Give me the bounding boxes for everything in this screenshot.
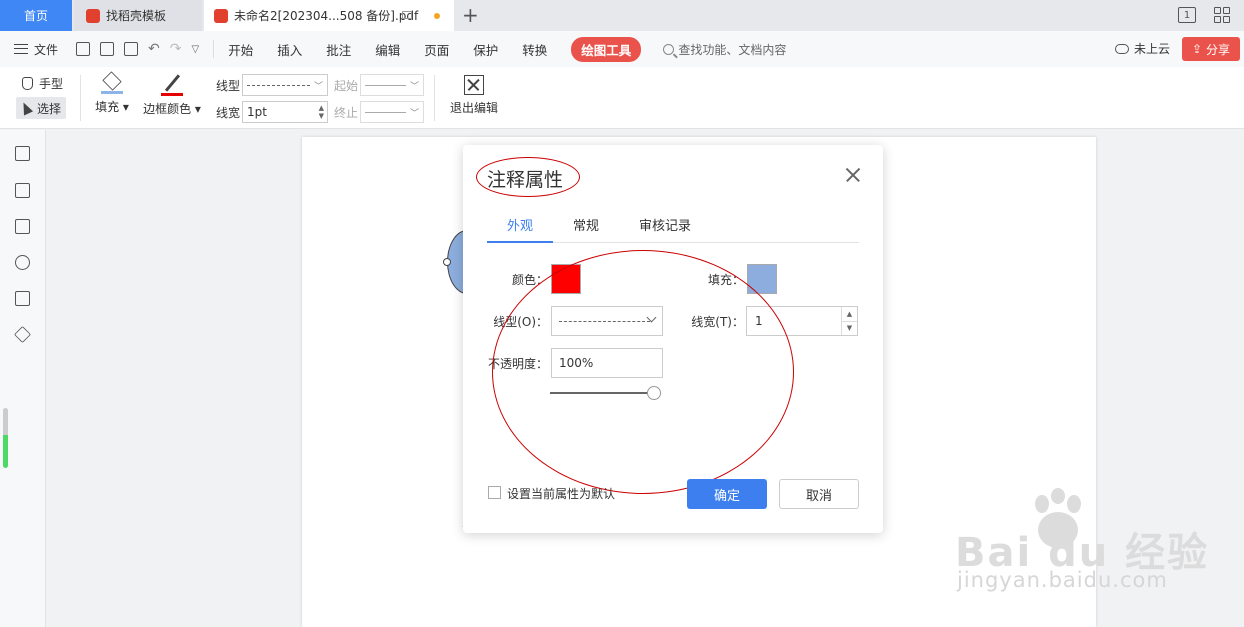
hand-icon <box>22 77 33 90</box>
tab-bar: 首页 找稻壳模板 未命名2[202304...508 备份].pdf + 1 <box>0 0 1244 31</box>
tab-document[interactable]: 未命名2[202304...508 备份].pdf <box>204 0 454 31</box>
file-menu-label: 文件 <box>34 42 59 57</box>
menu-annotate[interactable]: 批注 <box>326 40 351 59</box>
tab-template-label: 找稻壳模板 <box>106 9 167 23</box>
docer-logo-icon <box>86 8 100 23</box>
highlight-circle <box>476 157 580 197</box>
pdf-file-icon <box>214 8 228 23</box>
fill-color-bar <box>101 91 123 94</box>
exit-edit-label: 退出编辑 <box>450 101 499 115</box>
open-folder-icon[interactable] <box>76 42 91 56</box>
unsaved-dot-icon <box>434 13 440 19</box>
drawing-toolbar: 手型 选择 填充 ▾ 边框颜色 ▾ 线型 ﹀ 起始 ﹀ 线宽 1pt ▲ ▼ 终止… <box>0 67 1244 129</box>
line-properties: 线型 ﹀ 起始 ﹀ 线宽 1pt ▲ ▼ 终止 ﹀ <box>216 73 424 127</box>
share-label: 分享 <box>1206 42 1231 57</box>
stepper-arrows-icon[interactable]: ▲ ▼ <box>319 104 327 120</box>
default-checkbox[interactable] <box>488 486 501 499</box>
spinner-buttons[interactable]: ▲ ▼ <box>841 307 857 335</box>
line-type-label: 线型 <box>216 78 241 93</box>
image-icon[interactable] <box>15 183 30 198</box>
border-color-label: 边框颜色 ▾ <box>143 102 201 116</box>
cursor-icon <box>18 100 34 116</box>
left-sidebar <box>0 130 46 627</box>
command-search-label: 查找功能、文档内容 <box>678 42 787 57</box>
watermark-url: jingyan.baidu.com <box>957 568 1168 592</box>
app-grid-icon[interactable] <box>1214 7 1230 23</box>
tab-template[interactable]: 找稻壳模板 <box>74 0 202 31</box>
tab-general[interactable]: 常规 <box>553 207 619 243</box>
divider <box>213 40 215 58</box>
fill-label: 填充 ▾ <box>95 100 129 114</box>
start-arrow-dropdown: ﹀ <box>360 74 424 96</box>
start-label: 起始 <box>334 78 359 93</box>
share-icon: ⇪ <box>1191 42 1203 56</box>
menu-bar: 文件 ↶ ↷ ▽ 开始 插入 批注 编辑 页面 保护 转换 绘图工具 查找功能、… <box>0 31 1244 67</box>
menu-convert[interactable]: 转换 <box>522 40 547 59</box>
share-button[interactable]: ⇪ 分享 <box>1182 37 1240 61</box>
end-arrow-dropdown: ﹀ <box>360 101 424 123</box>
file-menu[interactable]: 文件 <box>14 41 58 58</box>
hand-tool-label: 手型 <box>39 77 64 91</box>
tab-review-history[interactable]: 审核记录 <box>619 207 711 243</box>
line-width-value: 1pt <box>247 105 267 119</box>
cloud-status[interactable]: 未上云 <box>1114 40 1170 57</box>
select-tool-button[interactable]: 选择 <box>16 97 67 119</box>
resize-handle[interactable] <box>443 258 451 266</box>
cloud-status-label: 未上云 <box>1133 42 1170 56</box>
attachment-icon[interactable] <box>15 255 30 270</box>
signature-icon[interactable] <box>15 291 30 306</box>
default-checkbox-label: 设置当前属性为默认 <box>507 487 616 501</box>
exit-edit-button[interactable]: 退出编辑 <box>450 75 498 116</box>
undo-icon[interactable]: ↶ <box>148 42 160 56</box>
cloud-icon <box>1114 43 1129 54</box>
search-icon <box>663 43 675 55</box>
line-width-stepper[interactable]: 1pt ▲ ▼ <box>242 101 328 123</box>
divider <box>434 75 435 121</box>
redo-icon[interactable]: ↷ <box>170 42 182 56</box>
highlight-circle <box>492 250 794 494</box>
fill-button[interactable]: 填充 ▾ <box>94 71 130 115</box>
line-width-label: 线宽 <box>216 105 241 120</box>
quick-access: ↶ ↷ ▽ <box>76 42 199 56</box>
end-label: 终止 <box>334 105 359 120</box>
scrollbar[interactable] <box>3 408 8 468</box>
close-box-icon <box>464 75 484 95</box>
hand-tool-button[interactable]: 手型 <box>22 75 63 92</box>
border-color-bar <box>161 93 183 96</box>
monitor-icon <box>402 11 412 19</box>
line-type-dropdown[interactable]: ﹀ <box>242 74 328 96</box>
page-layout-icon[interactable]: 1 <box>1178 7 1196 23</box>
ribbon-tabs: 开始 插入 批注 编辑 页面 保护 转换 绘图工具 <box>228 36 642 62</box>
menu-drawing-tools[interactable]: 绘图工具 <box>571 36 642 62</box>
tab-home[interactable]: 首页 <box>0 0 72 31</box>
select-tool-label: 选择 <box>37 101 62 116</box>
close-icon[interactable] <box>845 167 861 183</box>
window-controls: 1 <box>1178 7 1230 23</box>
paint-bucket-icon <box>102 71 122 91</box>
border-color-button[interactable]: 边框颜色 ▾ <box>142 73 202 117</box>
pen-icon <box>164 74 180 92</box>
command-search[interactable]: 查找功能、文档内容 <box>663 41 786 58</box>
menu-protect[interactable]: 保护 <box>473 40 498 59</box>
cancel-button[interactable]: 取消 <box>779 479 859 509</box>
save-icon[interactable] <box>100 42 115 56</box>
menu-insert[interactable]: 插入 <box>277 40 302 59</box>
layers-icon[interactable] <box>14 326 31 343</box>
dialog-tabs: 外观 常规 审核记录 <box>487 207 859 243</box>
tab-appearance[interactable]: 外观 <box>487 207 554 243</box>
menu-page[interactable]: 页面 <box>424 40 449 59</box>
menu-start[interactable]: 开始 <box>228 40 253 59</box>
bookmark-icon[interactable] <box>15 146 30 161</box>
menu-edit[interactable]: 编辑 <box>375 40 400 59</box>
print-icon[interactable] <box>124 42 139 56</box>
tab-document-label: 未命名2[202304...508 备份].pdf <box>234 9 419 23</box>
hamburger-icon <box>14 44 28 54</box>
quick-access-more-icon[interactable]: ▽ <box>191 44 199 55</box>
comment-icon[interactable] <box>15 219 30 234</box>
new-tab-button[interactable]: + <box>462 4 479 26</box>
ok-button[interactable]: 确定 <box>687 479 767 509</box>
divider <box>80 75 81 121</box>
